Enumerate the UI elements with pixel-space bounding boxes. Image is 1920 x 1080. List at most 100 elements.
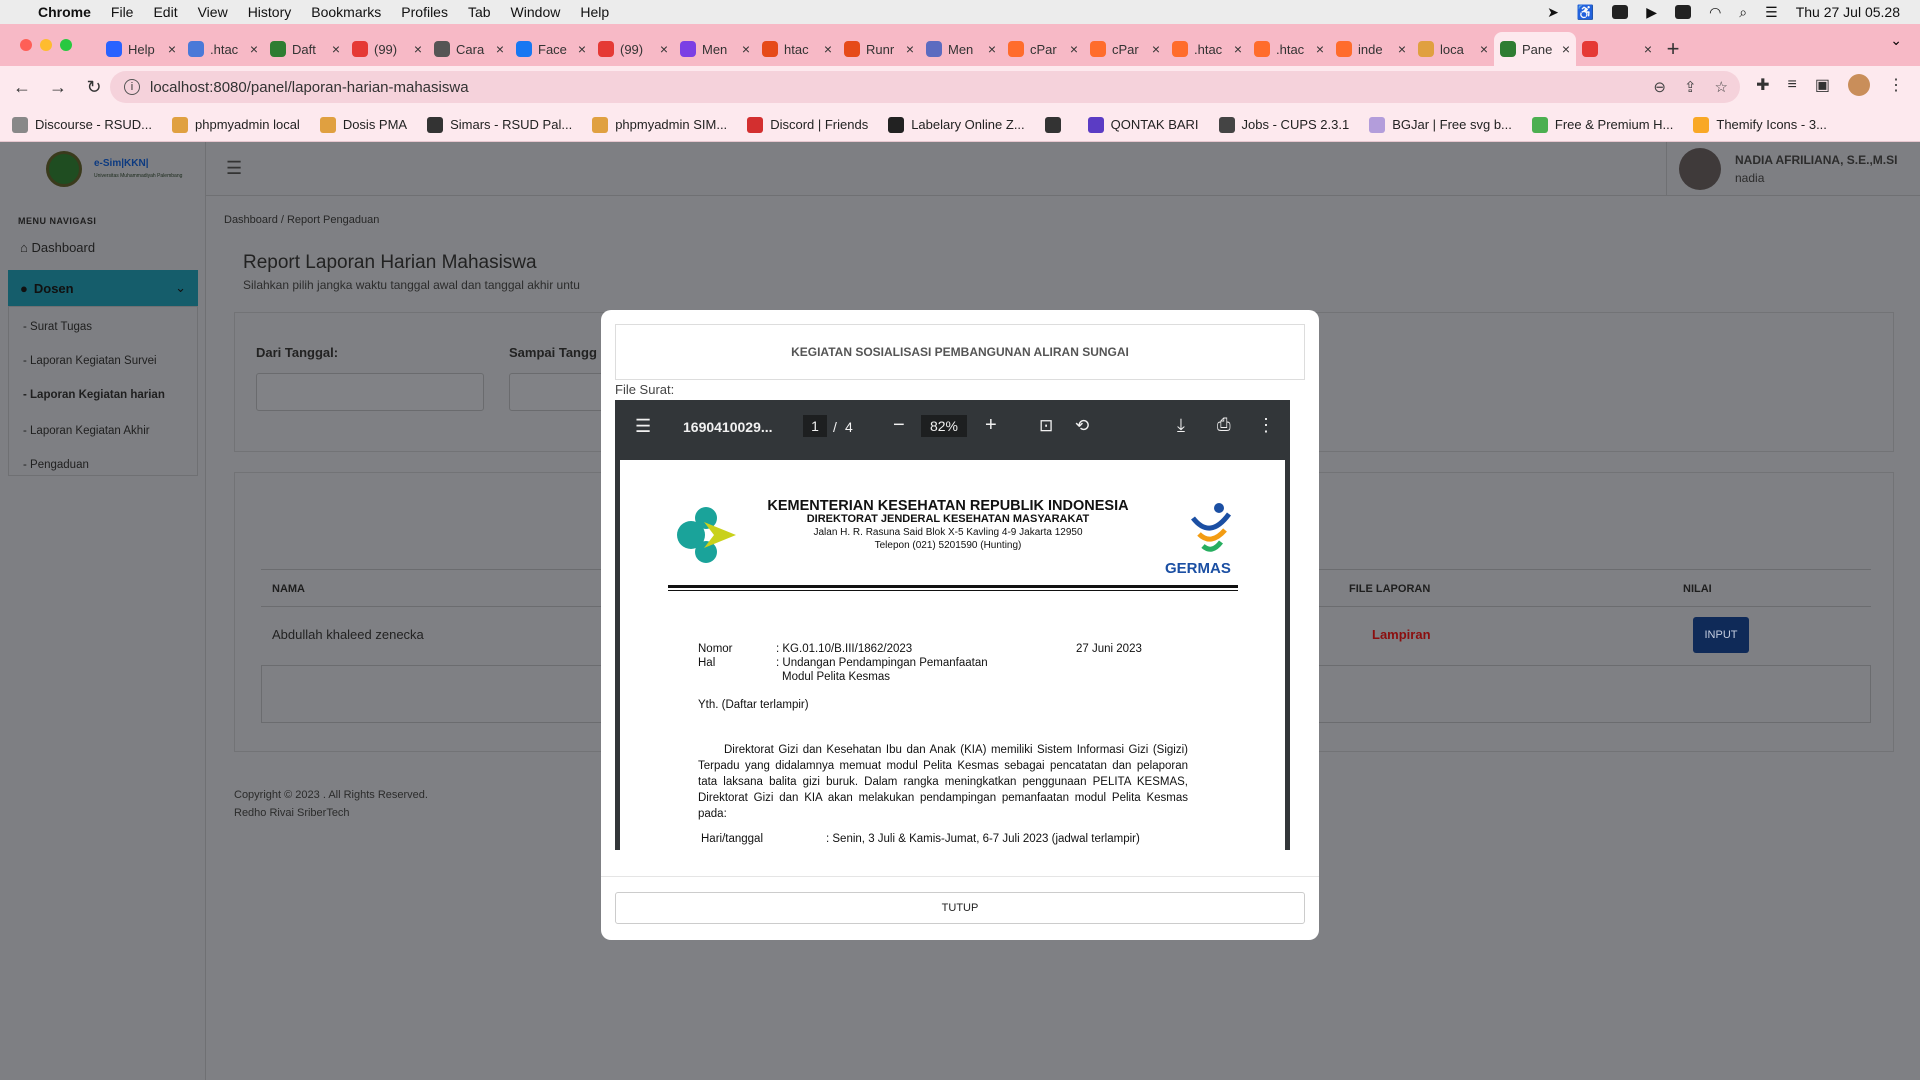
zoom-window-icon[interactable] (60, 39, 72, 51)
reload-icon[interactable]: ↻ (80, 77, 108, 98)
pdf-zoom-input[interactable]: 82% (921, 415, 967, 437)
tab-9[interactable]: Runr × (838, 32, 920, 66)
sidebar-item-laporan-harian[interactable]: - Laporan Kegiatan harian (23, 389, 165, 401)
input-nilai-button[interactable]: INPUT (1693, 617, 1749, 653)
tab-close-icon[interactable]: × (332, 41, 340, 57)
tab-close-icon[interactable]: × (496, 41, 504, 57)
back-icon[interactable]: ← (8, 77, 36, 98)
tab-13[interactable]: .htac × (1166, 32, 1248, 66)
print-icon[interactable]: ⎙ (1217, 415, 1231, 435)
side-panel-icon[interactable]: ▣ (1815, 75, 1830, 95)
share-icon[interactable]: ⇪ (1684, 78, 1697, 96)
tab-close-icon[interactable]: × (250, 41, 258, 57)
sidebar-item-surat-tugas[interactable]: - Surat Tugas (23, 321, 92, 333)
tab-close-icon[interactable]: × (1152, 41, 1160, 57)
bookmark-item[interactable]: Simars - RSUD Pal... (427, 116, 572, 133)
tab-12[interactable]: cPar × (1084, 32, 1166, 66)
minimize-window-icon[interactable] (40, 39, 52, 51)
breadcrumb[interactable]: Dashboard / Report Pengaduan (224, 214, 379, 226)
reading-list-icon[interactable]: ≡ (1788, 76, 1797, 94)
bookmark-item[interactable]: Dosis PMA (319, 116, 407, 133)
rotate-icon[interactable]: ⟲ (1075, 416, 1089, 436)
bookmark-item[interactable]: Labelary Online Z... (888, 116, 1025, 133)
accessibility-icon[interactable]: ♿ (1577, 4, 1594, 21)
tab-close-icon[interactable]: × (906, 41, 914, 57)
tab-close-icon[interactable]: × (1070, 41, 1078, 57)
tab-close-icon[interactable]: × (168, 41, 176, 57)
play-icon[interactable]: ▶ (1646, 4, 1657, 21)
address-bar[interactable]: i localhost:8080/panel/laporan-harian-ma… (110, 71, 1740, 103)
dari-tanggal-input[interactable] (256, 373, 484, 411)
tab-11[interactable]: cPar × (1002, 32, 1084, 66)
sidebar-item-dashboard[interactable]: ⌂ Dashboard (20, 240, 95, 255)
extensions-icon[interactable]: ✚ (1756, 75, 1769, 95)
tab-close-icon[interactable]: × (414, 41, 422, 57)
bookmark-item[interactable]: phpmyadmin SIM... (592, 116, 727, 133)
tab-3[interactable]: (99) × (346, 32, 428, 66)
tab-search-chevron-icon[interactable]: ⌄ (1890, 32, 1902, 49)
tab-5[interactable]: Face × (510, 32, 592, 66)
zoom-icon[interactable]: ⊖ (1653, 78, 1666, 96)
tab-8[interactable]: htac × (756, 32, 838, 66)
wifi-icon[interactable]: ◠ (1709, 4, 1721, 21)
tab-close-icon[interactable]: × (1234, 41, 1242, 57)
tab-close-icon[interactable]: × (578, 41, 586, 57)
tab-6[interactable]: (99) × (592, 32, 674, 66)
menu-edit[interactable]: Edit (153, 4, 177, 20)
sidebar-item-laporan-akhir[interactable]: - Laporan Kegiatan Akhir (23, 425, 150, 437)
bookmark-item[interactable]: QONTAK BARI (1087, 116, 1199, 133)
sidebar-item-pengaduan[interactable]: - Pengaduan (23, 459, 89, 471)
bookmark-item[interactable]: BGJar | Free svg b... (1369, 116, 1512, 133)
tab-10[interactable]: Men × (920, 32, 1002, 66)
sidebar-item-dosen[interactable]: ● Dosen ⌄ (8, 270, 198, 306)
tab-close-icon[interactable]: × (824, 41, 832, 57)
location-icon[interactable]: ➤ (1547, 4, 1559, 21)
new-tab-button[interactable]: + (1658, 32, 1688, 66)
menu-file[interactable]: File (111, 4, 134, 20)
bookmark-item[interactable]: Themify Icons - 3... (1693, 116, 1827, 133)
zoom-in-icon[interactable]: + (985, 414, 997, 437)
menu-bookmarks[interactable]: Bookmarks (311, 4, 381, 20)
control-center-icon[interactable]: ☰ (1765, 4, 1778, 21)
bookmark-item[interactable]: phpmyadmin local (172, 116, 300, 133)
pdf-more-icon[interactable]: ⋮ (1257, 415, 1275, 436)
tab-close-icon[interactable]: × (660, 41, 668, 57)
lampiran-link[interactable]: Lampiran (1372, 627, 1431, 642)
tab-close-icon[interactable]: × (742, 41, 750, 57)
menu-view[interactable]: View (198, 4, 228, 20)
menu-profiles[interactable]: Profiles (401, 4, 448, 20)
tab-close-icon[interactable]: × (1398, 41, 1406, 57)
menu-history[interactable]: History (248, 4, 292, 20)
close-window-icon[interactable] (20, 39, 32, 51)
more-menu-icon[interactable]: ⋮ (1888, 75, 1904, 95)
tab-1[interactable]: .htac × (182, 32, 264, 66)
pdf-viewer[interactable]: ☰ 1690410029... 1 / 4 − 82% + ⊡ ⟲ ⤓ ⎙ ⋮ (615, 400, 1290, 850)
bookmark-item[interactable] (1044, 116, 1068, 133)
app-logo[interactable]: e-Sim|KKN| Universitas Muhammadiyah Pale… (0, 142, 206, 196)
tab-14[interactable]: .htac × (1248, 32, 1330, 66)
tab-7[interactable]: Men × (674, 32, 756, 66)
bookmark-star-icon[interactable]: ☆ (1715, 78, 1728, 96)
tab-close-icon[interactable]: × (1316, 41, 1324, 57)
tab-0[interactable]: Help × (100, 32, 182, 66)
bookmark-item[interactable]: Free & Premium H... (1531, 116, 1673, 133)
hamburger-icon[interactable]: ☰ (226, 158, 242, 179)
tab-close-icon[interactable]: × (1562, 41, 1570, 57)
tab-close-icon[interactable]: × (1644, 41, 1652, 57)
menu-app-chrome[interactable]: Chrome (38, 4, 91, 20)
search-icon[interactable]: ⌕ (1739, 4, 1747, 21)
forward-icon[interactable]: → (44, 77, 72, 98)
tab-16[interactable]: loca × (1412, 32, 1494, 66)
url-text[interactable]: localhost:8080/panel/laporan-harian-maha… (150, 79, 469, 96)
tab-18[interactable]: × (1576, 32, 1658, 66)
tab-close-icon[interactable]: × (988, 41, 996, 57)
tab-2[interactable]: Daft × (264, 32, 346, 66)
tab-17[interactable]: Pane × (1494, 32, 1576, 66)
tab-close-icon[interactable]: × (1480, 41, 1488, 57)
menu-tab[interactable]: Tab (468, 4, 491, 20)
user-menu[interactable]: NADIA AFRILIANA, S.E.,M.SI nadia (1666, 142, 1920, 196)
site-info-icon[interactable]: i (124, 79, 140, 95)
bookmark-item[interactable]: Discord | Friends (747, 116, 868, 133)
pdf-menu-icon[interactable]: ☰ (635, 416, 651, 437)
tutup-button[interactable]: TUTUP (615, 892, 1305, 924)
